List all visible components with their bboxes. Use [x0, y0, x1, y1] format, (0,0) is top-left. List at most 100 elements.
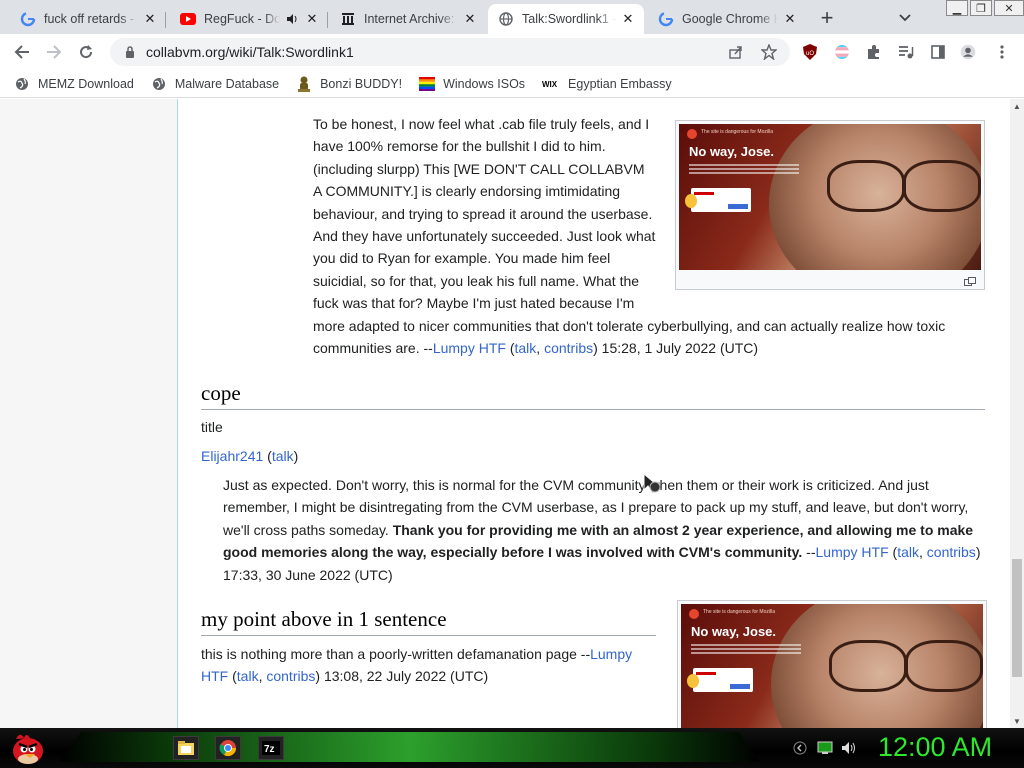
ball-icon	[685, 194, 697, 208]
contribs-link[interactable]: contribs	[927, 544, 976, 560]
bookmark-egyptian-embassy[interactable]: WIX Egyptian Embassy	[542, 76, 672, 92]
user-link[interactable]: Lumpy HTF	[816, 544, 889, 560]
back-arrow-icon[interactable]	[10, 40, 34, 64]
minimize-button[interactable]: ▁	[946, 0, 968, 16]
lock-icon[interactable]	[122, 44, 138, 60]
reload-icon[interactable]	[74, 40, 98, 64]
talk-link[interactable]: talk	[897, 544, 919, 560]
user-link[interactable]: Elijahr241	[201, 448, 263, 464]
tab-title: Internet Archive: W	[364, 12, 458, 26]
talk-link[interactable]: talk	[515, 340, 537, 356]
text-line: we'll cross paths someday. Thank you for…	[223, 519, 993, 541]
side-panel-icon[interactable]	[930, 44, 946, 60]
page-scrollbar[interactable]: ▲ ▼	[1010, 99, 1024, 728]
network-monitor-icon[interactable]	[817, 740, 833, 756]
author-line: Elijahr241 (talk)	[201, 445, 298, 467]
youtube-icon	[180, 11, 196, 27]
new-tab-button[interactable]: +	[815, 5, 839, 30]
text: (	[505, 340, 515, 357]
user-link[interactable]: Lumpy	[590, 646, 632, 662]
scroll-up-arrow-icon[interactable]: ▲	[1010, 99, 1024, 113]
tab-title: Talk:Swordlink1 - C	[522, 12, 616, 26]
globe-icon	[14, 76, 30, 92]
tab-google-chrome[interactable]: Google Chrome H ✕	[648, 4, 806, 34]
bookmark-windows-isos[interactable]: Windows ISOs	[419, 76, 525, 92]
profile-avatar-icon[interactable]	[960, 44, 976, 60]
screenshot-image[interactable]: The site is dangerous for Mozilla No way…	[681, 604, 983, 728]
svg-text:uO: uO	[806, 51, 814, 57]
tab-internet-archive[interactable]: Internet Archive: W ✕	[330, 4, 486, 34]
window-controls: ▁ ❐ ✕	[944, 0, 1024, 18]
extensions-puzzle-icon[interactable]	[866, 44, 882, 60]
tab-talk-swordlink1[interactable]: Talk:Swordlink1 - C ✕	[488, 4, 644, 34]
talk-link[interactable]: talk	[272, 448, 294, 464]
angry-bird-start-icon[interactable]	[8, 729, 46, 767]
user-link[interactable]: Lumpy HTF	[433, 340, 506, 356]
tab-search-chevron-icon[interactable]	[893, 6, 917, 30]
bookmark-malware-database[interactable]: Malware Database	[151, 76, 279, 92]
file-explorer-icon[interactable]	[173, 736, 199, 760]
timestamp: 13:08, 22 July 2022 (UTC)	[320, 668, 489, 685]
address-bar[interactable]: collabvm.org/wiki/Talk:Swordlink1	[110, 38, 790, 66]
chrome-icon[interactable]	[215, 736, 241, 760]
screenshot-image[interactable]: The site is dangerous for Mozilla No way…	[679, 124, 981, 270]
bookmark-label: MEMZ Download	[38, 76, 134, 91]
bookmark-memz-download[interactable]: MEMZ Download	[14, 76, 134, 92]
bookmark-bonzi-buddy[interactable]: Bonzi BUDDY!	[296, 76, 402, 92]
thumbnail-no-way-jose[interactable]: The site is dangerous for Mozilla No way…	[675, 120, 985, 290]
tab-close-icon[interactable]: ✕	[620, 11, 636, 27]
busy-cursor-icon	[643, 472, 663, 494]
reply-block: Just as expected. Don't worry, this is n…	[223, 474, 993, 586]
share-icon[interactable]	[728, 44, 744, 60]
magnify-icon[interactable]	[964, 276, 976, 286]
image-header-text: The site is dangerous for Mozilla	[701, 129, 773, 135]
card-button	[730, 684, 750, 689]
google-g-icon	[658, 11, 674, 27]
glasses-right	[903, 160, 981, 212]
bold-text: good memories along the way, especially …	[223, 544, 803, 561]
taskbar-clock[interactable]: 12:00 AM	[878, 732, 992, 763]
tab-youtube[interactable]: RegFuck - Do ✕	[170, 4, 328, 34]
tab-google-search[interactable]: fuck off retards - Go ✕	[10, 4, 166, 34]
text: we'll cross paths someday.	[223, 521, 393, 538]
timestamp: 17:33, 30 June 2022 (UTC)	[223, 566, 393, 583]
tab-close-icon[interactable]: ✕	[782, 11, 798, 27]
contribs-link[interactable]: contribs	[266, 668, 315, 684]
contribs-link[interactable]: contribs	[544, 340, 593, 356]
trans-flag-extension-icon[interactable]	[834, 44, 850, 60]
talk-link[interactable]: talk	[237, 668, 259, 684]
text-line: this is nothing more than a poorly-writt…	[201, 643, 651, 665]
volume-icon[interactable]	[841, 740, 857, 756]
card-bar	[696, 672, 716, 675]
url-text: collabvm.org/wiki/Talk:Swordlink1	[146, 44, 354, 60]
taskbar: 7z 12:00 AM	[0, 728, 1024, 768]
comment-block-my-point: this is nothing more than a poorly-writt…	[201, 643, 651, 688]
ublock-origin-icon[interactable]: uO	[802, 44, 818, 60]
web-page: To be honest, I now feel what .cab file …	[0, 99, 1010, 728]
svg-text:WIX: WIX	[542, 80, 558, 89]
forward-arrow-icon[interactable]	[42, 40, 66, 64]
svg-text:7z: 7z	[264, 744, 275, 755]
text-line: Just as expected. Don't worry, this is n…	[223, 477, 929, 493]
signature-line: communities are. --Lumpy HTF (talk, cont…	[313, 337, 833, 359]
firefox-warning-icon	[687, 129, 697, 139]
speaker-icon[interactable]	[284, 11, 300, 27]
tab-close-icon[interactable]: ✕	[142, 11, 158, 27]
media-controls-icon[interactable]	[898, 44, 914, 60]
ball-icon	[687, 674, 699, 688]
menu-kebab-icon[interactable]	[994, 44, 1010, 60]
bookmark-star-icon[interactable]	[761, 44, 777, 60]
tab-close-icon[interactable]: ✕	[462, 11, 478, 27]
tray-chevron-icon[interactable]	[792, 740, 808, 756]
7zip-icon[interactable]: 7z	[258, 736, 284, 760]
thumbnail-no-way-jose-2[interactable]: The site is dangerous for Mozilla No way…	[677, 600, 987, 728]
text-line: more adapted to nicer communities that d…	[313, 317, 946, 334]
window-close-button[interactable]: ✕	[994, 0, 1024, 16]
tab-close-icon[interactable]: ✕	[304, 11, 320, 27]
restore-button[interactable]: ❐	[970, 0, 992, 16]
text: ,	[919, 544, 927, 561]
scroll-down-arrow-icon[interactable]: ▼	[1010, 714, 1024, 728]
user-link[interactable]: HTF	[201, 668, 228, 684]
taskbar-green-glow	[60, 732, 760, 762]
scroll-thumb[interactable]	[1012, 559, 1022, 677]
